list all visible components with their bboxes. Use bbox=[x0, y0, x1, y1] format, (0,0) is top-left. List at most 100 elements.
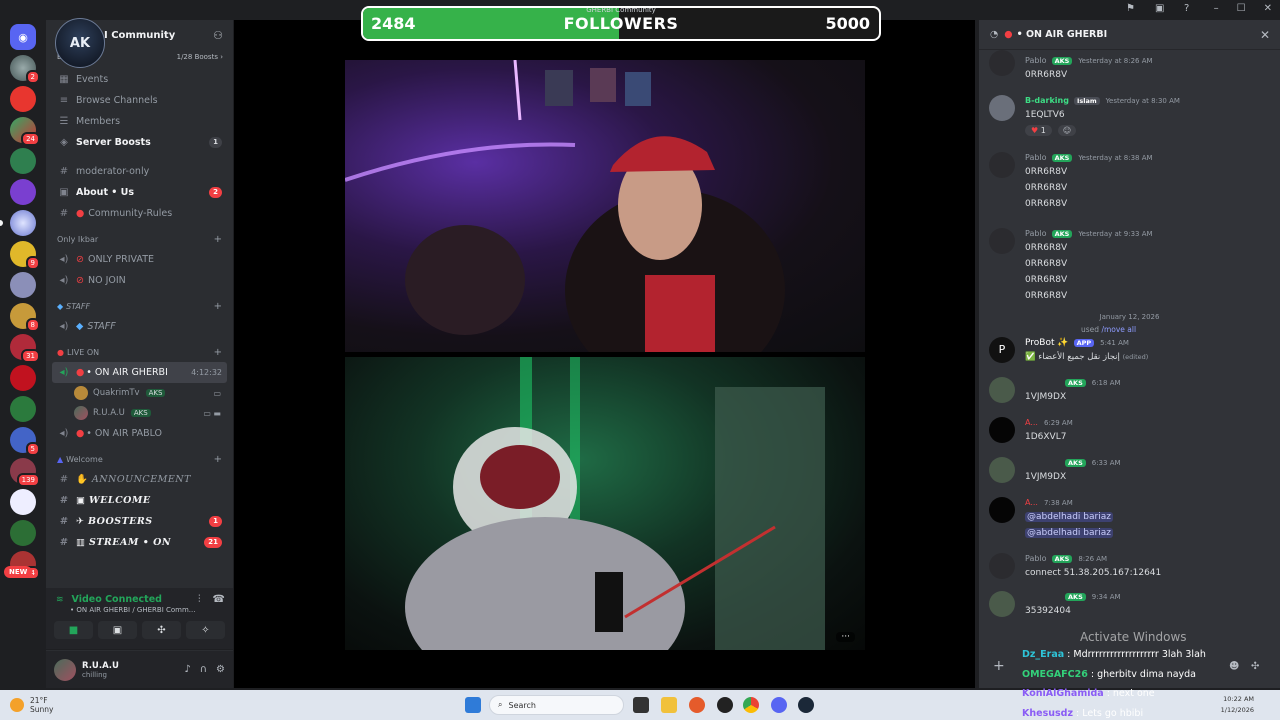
server-icon[interactable] bbox=[10, 86, 36, 112]
activities-button[interactable]: ✣ bbox=[142, 621, 181, 639]
message[interactable]: A... 6:29 AM 1D6XVL7 bbox=[979, 414, 1280, 448]
minimize-button[interactable]: – bbox=[1214, 3, 1219, 14]
signal-icon[interactable]: ≋ bbox=[56, 595, 64, 605]
add-reaction-icon[interactable]: ☺ bbox=[1057, 125, 1077, 136]
user-mention[interactable]: @abdelhadi bariaz bbox=[1025, 512, 1113, 522]
server-icon[interactable]: 139 bbox=[10, 458, 40, 487]
reaction-heart[interactable]: ♥ 1 bbox=[1025, 125, 1052, 136]
gear-icon[interactable]: ⚙ bbox=[216, 664, 225, 675]
taskbar-search[interactable]: ⌕ Search bbox=[489, 695, 624, 715]
avatar[interactable] bbox=[989, 377, 1015, 403]
category-only-ikbar[interactable]: Only Ikbar + bbox=[52, 230, 227, 249]
avatar[interactable] bbox=[989, 457, 1015, 483]
sidebar-item-boosts[interactable]: ◈ Server Boosts 1 bbox=[52, 132, 227, 153]
server-icon[interactable]: 24 bbox=[10, 117, 40, 146]
avatar[interactable] bbox=[989, 228, 1015, 254]
category-live-on[interactable]: ● LIVE ON + bbox=[52, 343, 227, 362]
server-icon[interactable] bbox=[10, 148, 36, 174]
voice-on-air-pablo[interactable]: ◂) ● • ON AIR PABLO bbox=[52, 423, 227, 444]
server-icon[interactable] bbox=[10, 365, 36, 391]
help-icon[interactable]: ? bbox=[1184, 3, 1189, 14]
steam-icon[interactable] bbox=[798, 697, 814, 713]
disconnect-icon[interactable]: ☎ bbox=[213, 594, 225, 605]
server-icon[interactable]: 8 bbox=[10, 303, 40, 332]
discord-home-icon[interactable]: ◉ bbox=[10, 24, 36, 50]
server-icon[interactable]: 31 bbox=[10, 334, 40, 363]
server-icon[interactable]: 9 bbox=[10, 241, 40, 270]
task-view-icon[interactable] bbox=[633, 697, 649, 713]
stream-video-top[interactable] bbox=[345, 60, 865, 352]
channel-about-us[interactable]: ▣ About • Us 2 bbox=[52, 182, 227, 203]
avatar[interactable] bbox=[989, 497, 1015, 523]
channel-announcement[interactable]: # ✋ ANNOUNCEMENT bbox=[52, 469, 227, 490]
voice-member[interactable]: R.U.A.U AKS ▭ ▬ bbox=[52, 403, 227, 423]
close-chat-icon[interactable]: ✕ bbox=[1260, 28, 1270, 42]
start-button[interactable] bbox=[465, 697, 481, 713]
message[interactable]: Pablo AKS 8:26 AM connect 51.38.205.167:12… bbox=[979, 550, 1280, 584]
message[interactable]: Pablo AKS Yesterday at 9:33 AM 0RR6R8V 0RR… bbox=[979, 225, 1280, 307]
probot-avatar[interactable]: P bbox=[989, 337, 1015, 363]
microphone-icon[interactable]: ♪ bbox=[184, 664, 190, 675]
avatar[interactable] bbox=[989, 95, 1015, 121]
message[interactable]: AKS 6:18 AM 1VJM9DX bbox=[979, 374, 1280, 408]
message[interactable]: A... 7:38 AM @abdelhadi bariaz @abdelhadi… bbox=[979, 494, 1280, 544]
avatar[interactable] bbox=[54, 658, 76, 681]
voice-member[interactable]: QuakrimTv AKS ▭ bbox=[52, 383, 227, 403]
maximize-button[interactable]: ☐ bbox=[1237, 3, 1246, 14]
avatar[interactable] bbox=[989, 417, 1015, 443]
voice-no-join[interactable]: ◂) ⊘ NO JOIN bbox=[52, 270, 227, 291]
message-probot[interactable]: used /move all P ProBot ✨ APP 5:41 AM ✅ إن… bbox=[979, 323, 1280, 368]
server-icon[interactable]: 2 bbox=[10, 55, 40, 84]
headphones-icon[interactable]: ∩ bbox=[200, 664, 207, 675]
message[interactable]: Pablo AKS Yesterday at 8:38 AM 0RR6R8V 0RR… bbox=[979, 149, 1280, 215]
stream-video-bottom[interactable]: ··· bbox=[345, 357, 865, 650]
screen-icon[interactable]: ▣ bbox=[1155, 3, 1164, 14]
app-icon[interactable] bbox=[717, 697, 733, 713]
inbox-icon[interactable]: ⚑ bbox=[1126, 3, 1135, 14]
voice-only-private[interactable]: ◂) ⊘ ONLY PRIVATE bbox=[52, 249, 227, 270]
server-icon[interactable] bbox=[10, 179, 36, 205]
close-window-button[interactable]: ✕ bbox=[1264, 3, 1272, 14]
channel-stream-on[interactable]: # ▥ STREAM • ON 21 bbox=[52, 532, 227, 553]
camera-button[interactable]: ■ bbox=[54, 621, 93, 639]
voice-channel-path[interactable]: • ON AIR GHERBI / GHERBI Comm... bbox=[46, 606, 233, 614]
message[interactable]: AKS 6:33 AM 1VJM9DX bbox=[979, 454, 1280, 488]
channel-welcome[interactable]: # ▣ WELCOME bbox=[52, 490, 227, 511]
server-icon[interactable]: 5 bbox=[10, 427, 40, 456]
brave-icon[interactable] bbox=[689, 697, 705, 713]
avatar[interactable] bbox=[989, 591, 1015, 617]
category-staff[interactable]: ◆ STAFF + bbox=[52, 297, 227, 316]
screen-share-button[interactable]: ▣ bbox=[98, 621, 137, 639]
category-welcome[interactable]: ▲ Welcome + bbox=[52, 450, 227, 469]
server-icon[interactable] bbox=[10, 489, 36, 515]
attach-plus-icon[interactable]: + bbox=[993, 658, 1005, 674]
file-explorer-icon[interactable] bbox=[661, 697, 677, 713]
voice-staff[interactable]: ◂) ◆ STAFF bbox=[52, 316, 227, 337]
discord-icon[interactable] bbox=[771, 697, 787, 713]
message[interactable]: AKS 9:34 AM 35392404 bbox=[979, 588, 1280, 622]
user-mention[interactable]: @abdelhadi bariaz bbox=[1025, 528, 1113, 538]
server-icon[interactable] bbox=[10, 396, 36, 422]
channel-boosters[interactable]: # ✈ BOOSTERS 1 bbox=[52, 511, 227, 532]
server-icon[interactable] bbox=[0, 210, 36, 236]
avatar[interactable] bbox=[989, 50, 1015, 76]
channel-moderator-only[interactable]: # moderator-only bbox=[52, 161, 227, 182]
add-member-icon[interactable]: ⚇ bbox=[213, 29, 223, 42]
avatar[interactable] bbox=[989, 553, 1015, 579]
new-badge[interactable]: NEW bbox=[4, 566, 33, 578]
sidebar-item-events[interactable]: ▦ Events bbox=[52, 69, 227, 90]
weather-widget[interactable]: 21°F Sunny bbox=[10, 696, 53, 714]
sidebar-item-browse[interactable]: ≡ Browse Channels bbox=[52, 90, 227, 111]
channel-community-rules[interactable]: # ● Community-Rules bbox=[52, 203, 227, 224]
server-icon[interactable] bbox=[10, 520, 36, 546]
voice-on-air-gherbi[interactable]: ◂) ● • ON AIR GHERBI 4:12:32 bbox=[52, 362, 227, 383]
message[interactable]: Pablo AKS Yesterday at 8:26 AM 0RR6R8V bbox=[979, 50, 1280, 86]
noise-icon[interactable]: ⫶ bbox=[198, 594, 201, 605]
chrome-icon[interactable] bbox=[743, 697, 759, 713]
sidebar-item-members[interactable]: ☰ Members bbox=[52, 111, 227, 132]
more-options-icon[interactable]: ··· bbox=[836, 632, 855, 642]
server-icon[interactable] bbox=[10, 272, 36, 298]
message[interactable]: B-darking Islam Yesterday at 8:30 AM 1EQLT… bbox=[979, 92, 1280, 139]
soundboard-button[interactable]: ✧ bbox=[186, 621, 225, 639]
avatar[interactable] bbox=[989, 152, 1015, 178]
